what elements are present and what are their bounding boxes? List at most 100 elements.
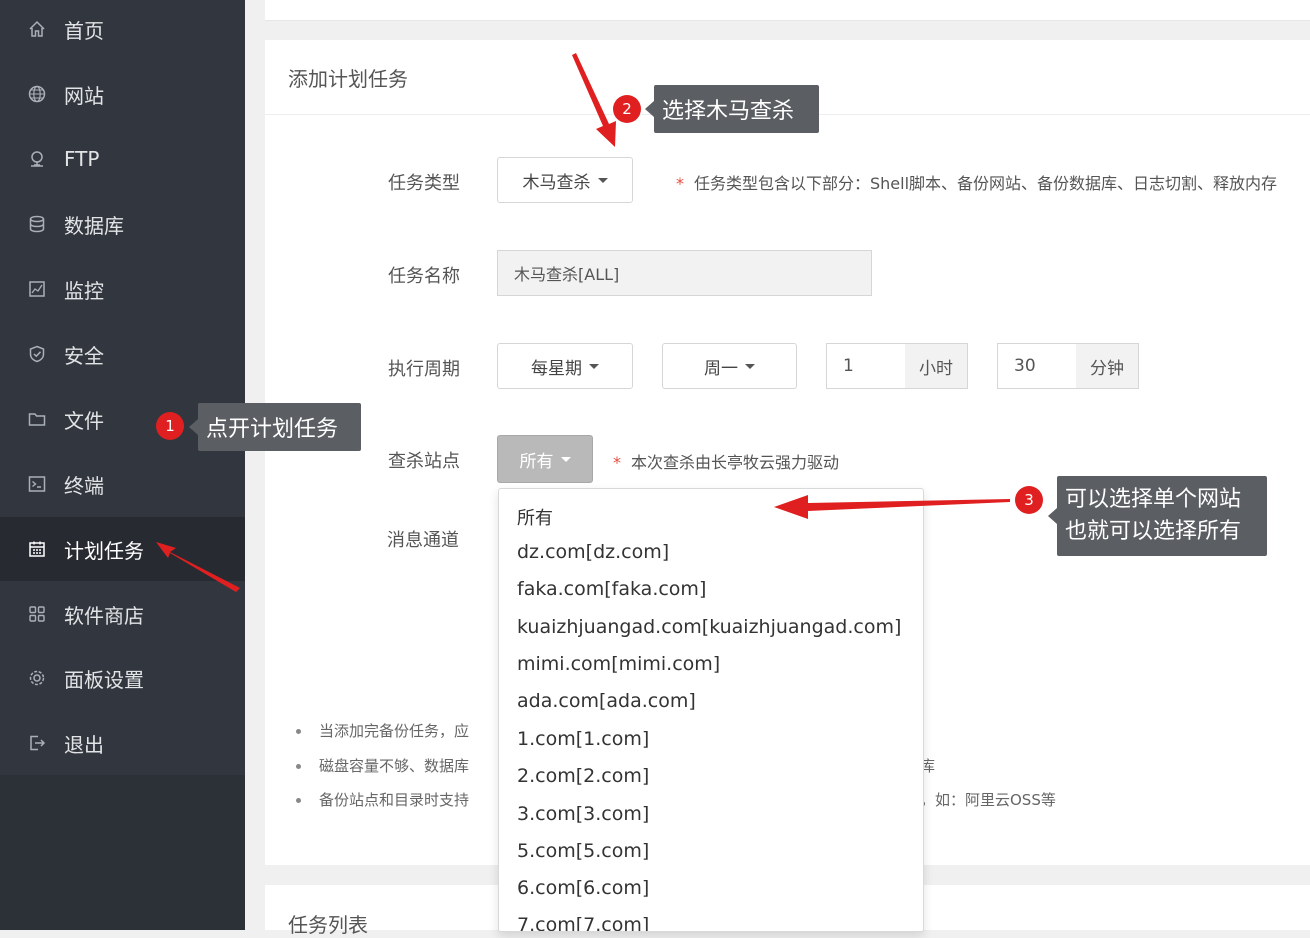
panel-title: 添加计划任务 (288, 67, 408, 91)
shield-icon (26, 343, 48, 365)
sidebar-item-logout[interactable]: 退出 (0, 711, 245, 775)
sidebar-item-label: 文件 (64, 408, 104, 433)
task-type-label: 任务类型 (388, 173, 460, 194)
task-name-input[interactable]: 木马查杀[ALL] (497, 250, 872, 296)
chevron-down-icon (745, 363, 755, 369)
tip-line: 当添加完备份任务，应 (296, 720, 469, 741)
sidebar-item-label: 数据库 (64, 213, 124, 238)
required-mark: * (676, 174, 684, 193)
dropdown-option[interactable]: ada.com[ada.com] (517, 690, 696, 712)
tip-line: 备份站点和目录时支持 (296, 789, 469, 810)
minute-value: 30 (1014, 356, 1036, 376)
annotation-badge-1: 1 (156, 412, 184, 440)
cycle-select[interactable]: 每星期 (497, 343, 633, 389)
bullet (296, 729, 301, 734)
task-type-hint-text: 任务类型包含以下部分：Shell脚本、备份网站、备份数据库、日志切割、释放内存 (694, 174, 1278, 193)
task-type-value: 木马查杀 (522, 172, 591, 193)
sidebar-item-home[interactable]: 首页 (0, 0, 245, 61)
chevron-down-icon (560, 456, 571, 462)
annotation-badge-3: 3 (1015, 486, 1043, 514)
sidebar-item-terminal[interactable]: 终端 (0, 452, 245, 516)
annotation-text: 点开计划任务 (206, 417, 339, 442)
bullet (296, 798, 301, 803)
database-icon (26, 213, 48, 235)
annotation-text: 也就可以选择所有 (1065, 519, 1242, 544)
chevron-down-icon (597, 177, 608, 183)
scan-site-label: 查杀站点 (388, 451, 460, 472)
dropdown-option[interactable]: kuaizhjuangad.com[kuaizhjuangad.com] (517, 616, 901, 638)
minute-unit: 分钟 (1076, 343, 1139, 389)
dropdown-option[interactable]: 所有 (517, 504, 553, 530)
weekday-value: 周一 (704, 358, 738, 379)
task-name-label: 任务名称 (388, 266, 460, 287)
sidebar-item-store[interactable]: 软件商店 (0, 582, 245, 646)
dropdown-option[interactable]: mimi.com[mimi.com] (517, 653, 720, 675)
dropdown-option[interactable]: faka.com[faka.com] (517, 578, 706, 600)
annotation-text: 选择木马查杀 (662, 99, 795, 124)
annotation-callout-3: 可以选择单个网站 也就可以选择所有 (1048, 476, 1267, 556)
sidebar-item-website[interactable]: 网站 (0, 62, 245, 126)
task-type-select[interactable]: 木马查杀 (497, 157, 633, 203)
message-channel-label: 消息通道 (387, 530, 459, 551)
scan-site-hint: * 本次查杀由长亭牧云强力驱动 (613, 449, 839, 473)
logout-icon (26, 732, 48, 754)
annotation-callout-1: 点开计划任务 (189, 403, 361, 451)
minute-input[interactable]: 30 (997, 343, 1077, 389)
scan-site-dropdown: 所有 dz.com[dz.com] faka.com[faka.com] kua… (498, 488, 924, 932)
dropdown-option[interactable]: 1.com[1.com] (517, 728, 649, 750)
sidebar-item-ftp[interactable]: FTP (0, 127, 245, 191)
folder-icon (26, 408, 48, 430)
sidebar-item-label: 软件商店 (64, 603, 144, 628)
dropdown-option[interactable]: 2.com[2.com] (517, 765, 649, 787)
weekday-select[interactable]: 周一 (662, 343, 797, 389)
sidebar-item-label: 首页 (64, 18, 104, 43)
sidebar-item-label: 监控 (64, 278, 104, 303)
annotation-badge-2: 2 (613, 95, 641, 123)
hour-value: 1 (843, 356, 854, 376)
cycle-label: 执行周期 (388, 359, 460, 380)
sidebar-item-database[interactable]: 数据库 (0, 192, 245, 256)
scan-site-hint-text: 本次查杀由长亭牧云强力驱动 (631, 453, 840, 472)
sidebar-item-label: 终端 (64, 473, 104, 498)
tip-line: 磁盘容量不够、数据库 (296, 755, 469, 776)
sidebar-item-label: 面板设置 (64, 667, 144, 692)
globe-icon (26, 83, 48, 105)
sidebar-item-label: 安全 (64, 343, 104, 368)
terminal-icon (26, 473, 48, 495)
chevron-down-icon (589, 363, 599, 369)
ftp-icon (26, 148, 48, 170)
task-name-value: 木马查杀[ALL] (514, 265, 620, 284)
apps-icon (26, 603, 48, 625)
dropdown-option[interactable]: 5.com[5.com] (517, 840, 649, 862)
dropdown-option[interactable]: 7.com[7.com] (517, 914, 649, 931)
hour-input[interactable]: 1 (826, 343, 906, 389)
sidebar-item-label: 计划任务 (64, 538, 144, 563)
tip-text: 磁盘容量不够、数据库 (319, 757, 470, 775)
tip-text: 当添加完备份任务，应 (319, 722, 470, 740)
sidebar-item-settings[interactable]: 面板设置 (0, 646, 245, 710)
sidebar-item-label: FTP (64, 147, 100, 171)
cycle-value: 每星期 (531, 358, 582, 379)
scan-site-value: 所有 (519, 451, 554, 472)
top-card-strip (265, 0, 1310, 21)
task-list-title: 任务列表 (288, 913, 368, 937)
sidebar-item-label: 网站 (64, 83, 104, 108)
sidebar-item-security[interactable]: 安全 (0, 322, 245, 386)
required-mark: * (613, 453, 621, 472)
home-icon (26, 18, 48, 40)
scan-site-select[interactable]: 所有 (497, 435, 593, 483)
tip-text: 备份站点和目录时支持 (319, 791, 470, 809)
hour-unit: 小时 (905, 343, 968, 389)
sidebar-item-label: 退出 (64, 732, 104, 757)
sidebar-item-monitor[interactable]: 监控 (0, 257, 245, 321)
calendar-icon (26, 538, 48, 560)
annotation-text: 可以选择单个网站 (1065, 487, 1242, 512)
gear-icon (26, 667, 48, 689)
sidebar-item-cron[interactable]: 计划任务 (0, 517, 245, 581)
dropdown-option[interactable]: 3.com[3.com] (517, 803, 649, 825)
dropdown-option[interactable]: dz.com[dz.com] (517, 541, 669, 563)
task-type-hint: * 任务类型包含以下部分：Shell脚本、备份网站、备份数据库、日志切割、释放内存 (676, 170, 1277, 194)
tip-text-tail: ，如：阿里云OSS等 (920, 791, 1056, 809)
dropdown-option[interactable]: 6.com[6.com] (517, 877, 649, 899)
sidebar: 首页 网站 FTP 数据库 监控 安全 文件 终端 计划任务 软件商店 面板设置 (0, 0, 245, 930)
